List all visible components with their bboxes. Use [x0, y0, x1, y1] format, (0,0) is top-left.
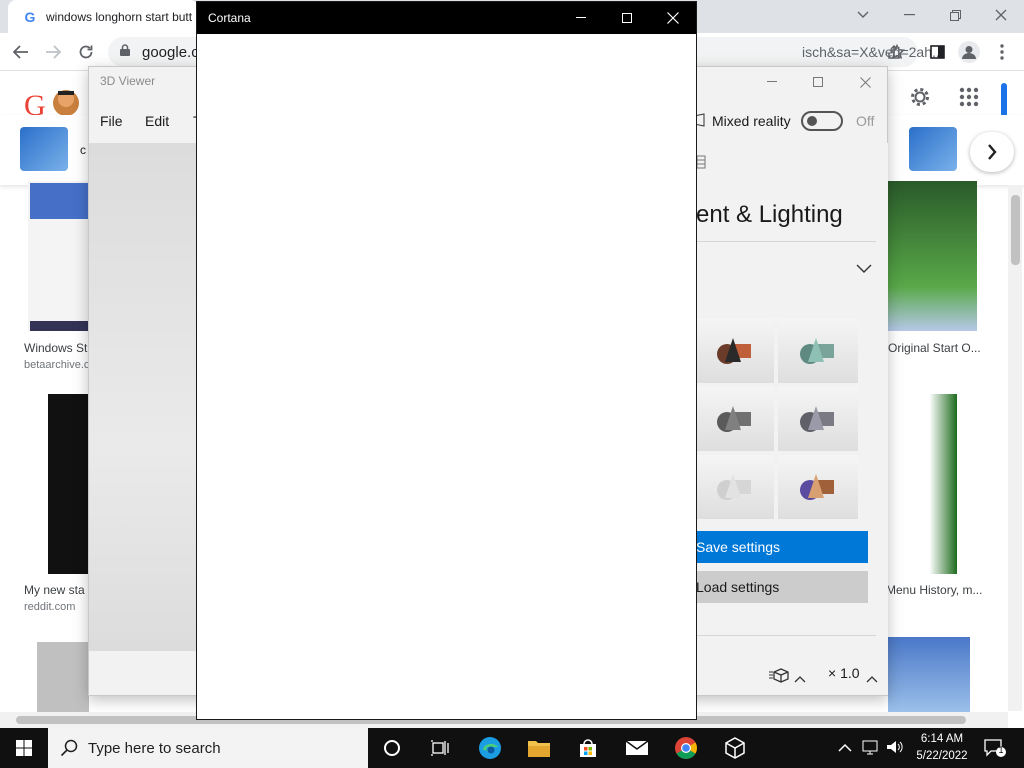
expand-chevron-icon[interactable] — [856, 261, 872, 279]
chevron-up-icon[interactable] — [794, 670, 806, 688]
result-title[interactable]: Original Start O... — [888, 341, 981, 355]
chrome-icon[interactable] — [666, 728, 706, 768]
lighting-swatch[interactable] — [696, 455, 774, 519]
volume-icon[interactable] — [886, 739, 904, 760]
chevron-up-icon[interactable] — [866, 670, 878, 688]
network-icon[interactable] — [862, 739, 880, 760]
start-windows-icon[interactable] — [0, 728, 48, 768]
result-image[interactable] — [888, 181, 977, 331]
cortana-maximize-button[interactable] — [615, 11, 639, 25]
viewer-maximize-button[interactable] — [805, 73, 831, 91]
account-indicator — [1001, 83, 1007, 117]
menu-file[interactable]: File — [100, 113, 123, 129]
task-view-icon[interactable] — [420, 728, 460, 768]
panel-tab-icon[interactable] — [696, 155, 706, 174]
viewer-minimize-button[interactable] — [759, 73, 785, 91]
result-title[interactable]: Menu History, m... — [886, 583, 982, 597]
cortana-content — [197, 34, 696, 719]
result-image[interactable] — [37, 642, 89, 712]
microsoft-store-icon[interactable] — [568, 728, 608, 768]
result-image[interactable] — [888, 637, 970, 712]
cortana-minimize-button[interactable] — [569, 11, 593, 25]
related-chip-thumbnail[interactable] — [20, 127, 68, 171]
result-source: betaarchive.c — [24, 359, 90, 371]
clock-date[interactable]: 5/22/2022 — [910, 748, 974, 764]
tab-search-chevron-icon[interactable] — [840, 0, 886, 30]
vertical-scrollbar-thumb[interactable] — [1011, 195, 1020, 265]
cortana-close-button[interactable] — [661, 11, 685, 25]
mixed-reality-toggle[interactable] — [801, 111, 843, 131]
apps-grid-icon[interactable] — [959, 87, 979, 112]
cortana-titlebar: Cortana — [197, 2, 696, 34]
chrome-minimize-button[interactable] — [886, 0, 932, 30]
viewer-title: 3D Viewer — [100, 74, 156, 88]
chrome-menu-icon[interactable] — [989, 39, 1015, 65]
3d-viewer-taskbar-icon[interactable] — [715, 728, 755, 768]
tab-title: windows longhorn start butt — [46, 9, 193, 24]
lighting-swatch[interactable] — [778, 319, 858, 383]
lighting-swatch[interactable] — [696, 387, 774, 451]
back-arrow-icon[interactable] — [8, 39, 34, 65]
divider — [696, 241, 876, 242]
google-favicon-icon: G — [24, 8, 36, 25]
settings-gear-icon[interactable] — [908, 85, 932, 114]
viewer-bottom-bar — [89, 651, 197, 695]
lighting-swatch[interactable] — [696, 319, 774, 383]
chrome-close-button[interactable] — [978, 0, 1024, 30]
notification-count: 1 — [998, 745, 1004, 755]
result-title[interactable]: My new sta — [24, 583, 85, 597]
mail-icon[interactable] — [617, 728, 657, 768]
result-title[interactable]: Windows St — [24, 341, 87, 355]
taskbar-search-box[interactable]: Type here to search — [48, 728, 368, 768]
clock-time[interactable]: 6:14 AM — [910, 731, 974, 747]
save-settings-button[interactable]: Save settings — [696, 531, 868, 563]
search-placeholder: Type here to search — [88, 739, 221, 757]
lighting-swatch[interactable] — [778, 455, 858, 519]
edge-browser-icon[interactable] — [470, 728, 510, 768]
related-chip-thumbnail[interactable] — [909, 127, 957, 171]
result-image[interactable] — [28, 181, 88, 331]
cortana-circle-icon[interactable] — [372, 728, 412, 768]
url-text: google.c — [142, 44, 199, 61]
file-explorer-icon[interactable] — [519, 728, 559, 768]
reload-icon[interactable] — [73, 39, 99, 65]
side-panel-icon[interactable] — [924, 39, 950, 65]
environment-lighting-panel: ent & Lighting Save settings Load settin… — [696, 143, 888, 695]
lock-icon — [120, 44, 130, 56]
menu-edit[interactable]: Edit — [145, 113, 169, 129]
viewer-close-button[interactable] — [852, 73, 878, 91]
browser-tab[interactable]: G windows longhorn start butt — [8, 0, 198, 33]
panel-section-title: ent & Lighting — [696, 201, 843, 228]
notification-center-icon[interactable]: 1 — [984, 738, 1006, 763]
animation-cube-icon[interactable] — [768, 667, 790, 688]
cortana-window: Cortana — [196, 1, 697, 720]
zoom-level[interactable]: × 1.0 — [828, 665, 860, 681]
chips-next-chevron-icon[interactable] — [970, 132, 1014, 172]
profile-avatar-icon[interactable] — [956, 39, 982, 65]
result-source: reddit.com — [24, 601, 76, 613]
search-icon — [60, 739, 78, 757]
cortana-title: Cortana — [208, 11, 251, 25]
mixed-reality-label: Mixed reality — [712, 113, 791, 129]
lighting-swatch[interactable] — [778, 387, 858, 451]
result-image[interactable] — [48, 394, 88, 574]
mixed-reality-state: Off — [856, 113, 875, 129]
forward-arrow-icon[interactable] — [40, 39, 66, 65]
tray-chevron-up-icon[interactable] — [838, 740, 852, 758]
taskbar: Type here to search 6:14 AM 5/22/2022 1 — [0, 728, 1024, 768]
divider — [696, 635, 876, 636]
result-image[interactable] — [888, 394, 957, 574]
bookmark-star-icon[interactable] — [884, 39, 910, 65]
related-chip-label: c — [80, 143, 86, 157]
url-text-tail: isch&sa=X&ved=2ah... — [802, 44, 944, 60]
3d-canvas[interactable] — [89, 143, 197, 651]
load-settings-button[interactable]: Load settings — [696, 571, 868, 603]
chrome-restore-button[interactable] — [932, 0, 978, 30]
